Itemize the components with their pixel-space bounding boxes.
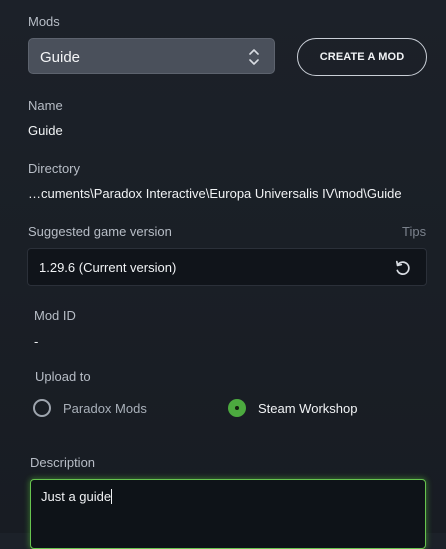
description-label: Description (30, 455, 96, 470)
directory-value: …cuments\Paradox Interactive\Europa Univ… (28, 186, 402, 201)
mod-id-value: - (34, 334, 39, 349)
game-version-value: 1.29.6 (Current version) (39, 260, 177, 275)
radio-steam-workshop-label[interactable]: Steam Workshop (258, 401, 357, 416)
name-value: Guide (28, 123, 63, 138)
radio-steam-workshop[interactable] (228, 399, 246, 417)
refresh-icon[interactable] (393, 258, 413, 283)
game-version-field[interactable]: 1.29.6 (Current version) (27, 248, 427, 286)
upload-to-label: Upload to (35, 369, 91, 384)
tips-link[interactable]: Tips (402, 224, 426, 239)
radio-paradox-mods[interactable] (33, 399, 51, 417)
chevron-up-down-icon (248, 47, 260, 72)
description-text: Just a guide (41, 489, 113, 504)
description-textarea[interactable]: Just a guide (30, 479, 426, 549)
mod-select-value: Guide (40, 49, 81, 66)
create-mod-button[interactable]: CREATE A MOD (297, 38, 427, 76)
mod-select[interactable]: Guide (28, 38, 275, 74)
game-version-label: Suggested game version (28, 224, 172, 239)
mod-id-label: Mod ID (34, 308, 76, 323)
directory-label: Directory (28, 161, 81, 176)
name-label: Name (28, 98, 63, 113)
mods-label: Mods (28, 14, 60, 29)
radio-paradox-mods-label[interactable]: Paradox Mods (63, 401, 147, 416)
text-caret (111, 489, 113, 504)
